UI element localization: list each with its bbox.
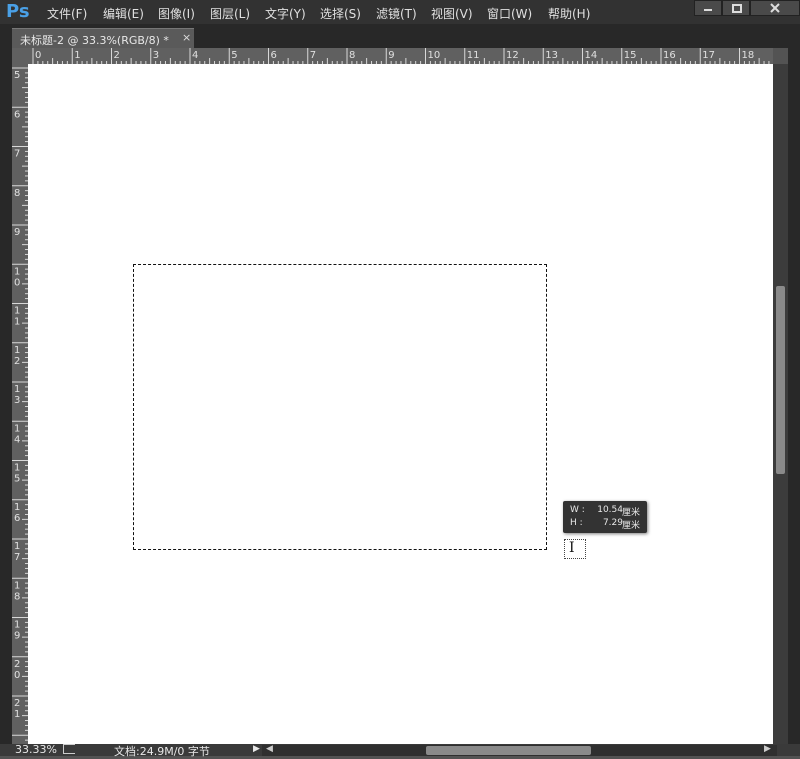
tooltip-width-value: 10.54 [597,505,623,515]
close-window-button[interactable] [750,0,800,16]
ruler-label: 1 [74,50,80,61]
ruler-label: 14 [585,50,598,61]
tooltip-height-label: H : [570,518,583,528]
menu-image[interactable]: 图像(I) [158,5,195,22]
ruler-label: 2 [14,659,20,670]
ruler-label: 8 [349,50,355,61]
ruler-label: 1 [14,345,20,356]
vertical-scrollbar-thumb[interactable] [776,286,785,474]
ruler-label: 9 [388,50,394,61]
ruler-label: 1 [14,620,20,631]
ruler-label: 7 [14,552,20,563]
ruler-label: 10 [428,50,441,61]
ruler-label: 17 [702,50,715,61]
ruler-label: 1 [14,463,20,474]
ruler-label: 1 [14,709,20,720]
ruler-label: 11 [467,50,480,61]
menu-select[interactable]: 选择(S) [320,5,361,22]
menu-filter[interactable]: 滤镜(T) [376,5,417,22]
menu-help[interactable]: 帮助(H) [548,5,590,22]
status-menu-arrow-icon[interactable]: ▶ [253,744,260,754]
ruler-label: 18 [742,50,755,61]
selection-size-tooltip: W : 10.54 厘米 H : 7.29 厘米 [563,501,647,533]
ruler-label: 0 [14,277,20,288]
tooltip-height-unit: 厘米 [622,521,641,531]
ruler-label: 6 [271,50,277,61]
ruler-label: 4 [192,50,198,61]
document-tab[interactable]: 未标题-2 @ 33.3%(RGB/8) * × [12,28,194,49]
zoom-level[interactable]: 33.33% [15,743,57,756]
ruler-label: 5 [14,474,20,485]
ruler-label: 2 [114,50,120,61]
menu-window[interactable]: 窗口(W) [487,5,532,22]
ruler-label: 1 [14,423,20,434]
menu-bar: Ps 文件(F) 编辑(E) 图像(I) 图层(L) 文字(Y) 选择(S) 滤… [0,0,800,24]
ruler-label: 15 [624,50,637,61]
tooltip-width-unit: 厘米 [622,508,641,518]
ruler-label: 7 [310,50,316,61]
right-panel-gutter [788,48,800,756]
tooltip-height-row: H : 7.29 厘米 [563,518,647,531]
ruler-label: 4 [14,434,20,445]
document-tab-close-icon[interactable]: × [182,31,191,44]
menu-file[interactable]: 文件(F) [47,5,87,22]
document-tab-title: 未标题-2 @ 33.3%(RGB/8) * [20,34,169,47]
ruler-origin[interactable] [12,48,28,64]
tooltip-height-value: 7.29 [602,518,623,528]
left-panel-gutter [0,48,12,756]
ruler-label: 9 [14,631,20,642]
ruler-label: 7 [14,149,20,160]
document-info: 文档:24.9M/0 字节 [114,745,210,758]
ruler-label: 1 [14,541,20,552]
maximize-button[interactable] [722,0,750,16]
minimize-button[interactable] [694,0,722,16]
menu-view[interactable]: 视图(V) [431,5,473,22]
menu-type[interactable]: 文字(Y) [265,5,306,22]
minimize-icon [704,9,712,11]
app-logo: Ps [6,1,30,22]
ruler-label: 1 [14,317,20,328]
text-cursor-icon: I [564,539,586,559]
ruler-label: 6 [14,109,20,120]
ruler-label: 6 [14,513,20,524]
ruler-label: 1 [14,266,20,277]
ruler-label: 5 [231,50,237,61]
ruler-label: 8 [14,188,20,199]
ruler-label: 12 [506,50,519,61]
horizontal-ruler[interactable]: 0 1 2 3 4 5 6 7 8 9 10 11 12 13 14 15 16 17 18 [28,48,773,65]
marquee-selection[interactable] [133,264,547,550]
ruler-label: 2 [14,698,20,709]
ruler-label: 1 [14,384,20,395]
ruler-label: 0 [35,50,41,61]
tooltip-width-row: W : 10.54 厘米 [563,505,647,518]
horizontal-scrollbar-thumb[interactable] [426,746,591,755]
ruler-label: 3 [14,395,20,406]
ruler-label: 13 [545,50,558,61]
tooltip-width-label: W : [570,505,585,515]
menu-layer[interactable]: 图层(L) [210,5,250,22]
horizontal-ruler-ticks: 0 1 2 3 4 5 6 7 8 9 10 11 12 13 14 15 16 17 18 [32,48,770,64]
close-icon [770,3,780,13]
ruler-label: 1 [14,502,20,513]
vertical-ruler-ticks: 56789101112131415161718192021 [12,67,28,741]
share-icon[interactable] [63,744,75,754]
ruler-label: 8 [14,591,20,602]
ruler-label: 3 [153,50,159,61]
scroll-right-arrow-icon[interactable]: ▶ [764,744,771,754]
ruler-label: 2 [14,356,20,367]
ruler-label: 1 [14,306,20,317]
scroll-left-arrow-icon[interactable]: ◀ [266,744,273,754]
ruler-label: 5 [14,70,20,81]
maximize-icon [732,4,742,13]
ruler-label: 9 [14,227,20,238]
menu-edit[interactable]: 编辑(E) [103,5,144,22]
ruler-label: 1 [14,580,20,591]
vertical-ruler[interactable]: 56789101112131415161718192021 [12,64,29,744]
ruler-label: 16 [663,50,676,61]
ruler-label: 0 [14,670,20,681]
